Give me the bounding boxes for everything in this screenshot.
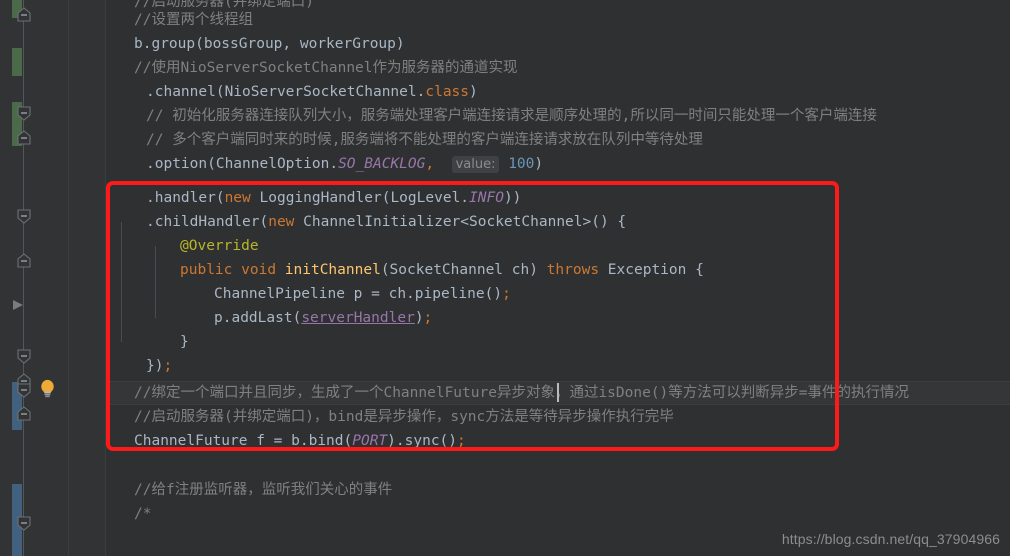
code-line[interactable]: ChannelFuture f = b.bind(PORT).sync(); (106, 429, 466, 453)
text-caret (557, 383, 559, 402)
code-token: INFO (469, 190, 504, 206)
code-token: ; (423, 310, 433, 326)
code-line[interactable]: //设置两个线程组 (106, 8, 253, 32)
code-line[interactable]: //绑定一个端口并且同步，生成了一个ChannelFuture异步对象，通过is… (106, 381, 909, 405)
code-line[interactable]: //启动服务器(并绑定端口)，bind是异步操作，sync方法是等待异步操作执行… (106, 405, 674, 429)
code-token: /* (134, 506, 152, 522)
code-line[interactable]: .channel(NioServerSocketChannel.class) (106, 80, 478, 104)
code-line[interactable]: .handler(new LoggingHandler(LogLevel.INF… (106, 186, 521, 210)
code-line[interactable]: //使用NioServerSocketChannel作为服务器的通道实现 (106, 56, 518, 80)
code-line[interactable]: .childHandler(new ChannelInitializer<Soc… (106, 210, 626, 234)
code-token: //绑定一个端口并且同步，生成了一个ChannelFuture异步对象，通过is… (134, 385, 910, 401)
code-token: ; (457, 433, 466, 449)
code-token: LoggingHandler(LogLevel. (250, 190, 470, 206)
code-line[interactable]: .option(ChannelOption.SO_BACKLOG, value:… (106, 152, 543, 176)
code-token: ChannelInitializer<SocketChannel>() { (294, 214, 627, 230)
code-token: public (180, 262, 233, 278)
code-token: ; (163, 358, 173, 374)
code-token: //设置两个线程组 (134, 12, 253, 28)
code-line[interactable]: //给f注册监听器，监听我们关心的事件 (106, 478, 392, 502)
code-token: b.group(bossGroup, workerGroup) (134, 36, 405, 52)
code-token: initChannel (284, 262, 381, 278)
fold-marker-expand[interactable] (16, 515, 32, 531)
code-line[interactable]: public void initChannel(SocketChannel ch… (106, 258, 704, 282)
fold-marker-expand[interactable] (16, 105, 32, 121)
code-token: 100 (508, 156, 535, 172)
code-token: new (268, 214, 295, 230)
code-token: void (241, 262, 277, 278)
code-line[interactable]: /* (106, 502, 151, 526)
fold-region-line (23, 0, 24, 556)
code-token: //给f注册监听器，监听我们关心的事件 (134, 482, 393, 498)
fold-marker-collapse[interactable] (16, 130, 32, 146)
code-token: )) (503, 190, 522, 206)
code-line[interactable]: p.addLast(serverHandler); (106, 306, 432, 330)
fold-marker-expand[interactable] (16, 382, 32, 398)
code-token: new (224, 190, 251, 206)
code-token: ; (502, 286, 511, 302)
code-token: class (425, 84, 470, 100)
gutter-divider (68, 0, 69, 556)
code-token: .childHandler( (146, 214, 269, 230)
code-token: }) (146, 358, 164, 374)
inline-parameter-hint: value: (451, 156, 500, 173)
code-token: ) (414, 310, 424, 326)
code-content-area[interactable]: //启动服务器(并绑定端口)//设置两个线程组 b.group(bossGroup… (106, 0, 1010, 556)
fold-marker-expand[interactable] (16, 208, 32, 224)
editor-gutter[interactable] (0, 0, 106, 556)
code-line[interactable]: b.group(bossGroup, workerGroup) (106, 32, 405, 56)
code-token: throws (546, 262, 600, 278)
code-token: ) (469, 84, 478, 100)
code-token: // 初始化服务器连接队列大小，服务端处理客户端连接请求是顺序处理的,所以同一时… (146, 108, 877, 124)
code-token: ChannelFuture f = b.bind( (134, 433, 353, 449)
watermark-url: https://blog.csdn.net/qq_37904966 (781, 531, 1000, 547)
code-token: .handler( (146, 190, 225, 206)
code-token: , (425, 156, 435, 172)
code-line[interactable]: // 初始化服务器连接队列大小，服务端处理客户端连接请求是顺序处理的,所以同一时… (106, 104, 877, 128)
code-token: ) (534, 156, 544, 172)
code-token: .option(ChannelOption. (146, 156, 339, 172)
vcs-change-marker-added[interactable] (12, 48, 22, 76)
fold-marker-collapse[interactable] (16, 7, 32, 23)
code-token: // 多个客户端同时来的时候,服务端将不能处理的客户端连接请求放在队列中等待处理 (146, 132, 703, 148)
lightbulb-icon[interactable] (39, 379, 56, 398)
fold-marker-collapse[interactable] (16, 253, 32, 269)
run-arrow-icon[interactable] (11, 297, 25, 311)
code-token: Exception { (599, 262, 704, 278)
fold-marker-collapse[interactable] (16, 406, 32, 422)
code-token: serverHandler (301, 310, 415, 326)
code-line[interactable]: }); (106, 354, 172, 378)
code-editor[interactable]: //启动服务器(并绑定端口)//设置两个线程组 b.group(bossGroup… (0, 0, 1010, 556)
fold-marker-expand[interactable] (16, 348, 32, 364)
code-line[interactable]: @Override (106, 234, 259, 258)
code-token: PORT (352, 433, 388, 449)
code-token: //使用NioServerSocketChannel作为服务器的通道实现 (134, 60, 518, 76)
code-token: (SocketChannel ch) (380, 262, 547, 278)
code-token: @Override (180, 238, 259, 254)
code-line[interactable]: ChannelPipeline p = ch.pipeline(); (106, 282, 511, 306)
code-token: } (180, 334, 189, 350)
code-token: ChannelPipeline p = ch.pipeline() (214, 286, 503, 302)
code-token: SO_BACKLOG (338, 156, 426, 172)
code-line[interactable]: } (106, 330, 189, 354)
code-line[interactable]: // 多个客户端同时来的时候,服务端将不能处理的客户端连接请求放在队列中等待处理 (106, 128, 703, 152)
code-token: ).sync() (387, 433, 458, 449)
code-token: .channel(NioServerSocketChannel. (146, 84, 426, 100)
code-token: p.addLast( (214, 310, 302, 326)
code-token: //启动服务器(并绑定端口)，bind是异步操作，sync方法是等待异步操作执行… (134, 409, 674, 425)
